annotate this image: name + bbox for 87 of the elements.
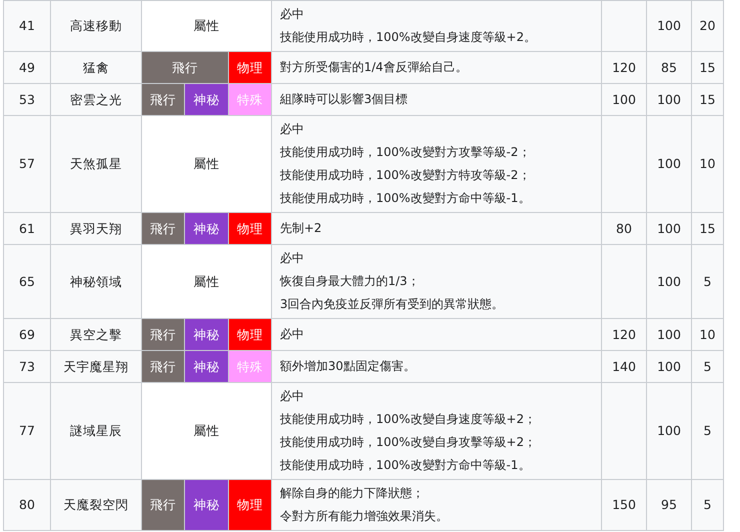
type-cell: 飛行 (142, 480, 184, 530)
effect-line: 技能使用成功時，100%改變對方攻擊等級-2； (280, 144, 532, 161)
type-cell: 屬性 (142, 382, 272, 480)
skill-name-cell: 神秘領域 (50, 244, 142, 318)
accuracy-cell: 100 (646, 212, 692, 244)
effect-line: 解除自身的能力下降狀態； (280, 485, 425, 502)
effect-line: 必中 (280, 250, 305, 267)
level-cell: 77 (4, 382, 50, 480)
pp-cell: 10 (692, 318, 724, 350)
accuracy-cell: 100 (646, 382, 692, 480)
type-cell: 物理 (228, 480, 272, 530)
accuracy-cell: 100 (646, 318, 692, 350)
accuracy-cell: 100 (646, 84, 692, 116)
skill-name-cell: 猛禽 (50, 52, 142, 84)
accuracy-cell: 100 (646, 116, 692, 212)
type-cell: 物理 (228, 318, 272, 350)
type-cell: 飛行 (142, 84, 184, 116)
type-cell: 飛行 (142, 318, 184, 350)
type-cell: 神秘 (184, 480, 228, 530)
pp-cell: 15 (692, 212, 724, 244)
level-cell: 53 (4, 84, 50, 116)
skill-name-cell: 高速移動 (50, 0, 142, 52)
effect-line: 先制+2 (280, 220, 323, 237)
accuracy-cell: 100 (646, 350, 692, 382)
type-cell: 神秘 (184, 350, 228, 382)
type-cell: 飛行 (142, 350, 184, 382)
pp-cell: 5 (692, 350, 724, 382)
pp-cell: 5 (692, 480, 724, 530)
skill-name-cell: 異羽天翔 (50, 212, 142, 244)
level-cell: 73 (4, 350, 50, 382)
effect-line: 技能使用成功時，100%改變自身速度等級+2； (280, 411, 537, 428)
power-cell: 150 (602, 480, 646, 530)
type-cell: 特殊 (228, 84, 272, 116)
skill-name-cell: 謎域星辰 (50, 382, 142, 480)
power-cell: 140 (602, 350, 646, 382)
type-cell: 物理 (228, 212, 272, 244)
effect-line: 額外增加30點固定傷害。 (280, 358, 416, 375)
type-cell: 屬性 (142, 244, 272, 318)
pp-cell: 5 (692, 244, 724, 318)
skill-name-cell: 密雲之光 (50, 84, 142, 116)
type-cell: 神秘 (184, 318, 228, 350)
type-cell: 神秘 (184, 212, 228, 244)
effect-line: 恢復自身最大體力的1/3； (280, 273, 420, 290)
effect-line: 令對方所有能力增強效果消失。 (280, 508, 449, 525)
power-cell: 100 (602, 84, 646, 116)
accuracy-cell: 95 (646, 480, 692, 530)
effect-line: 必中 (280, 326, 305, 343)
effect-line: 技能使用成功時，100%改變對方命中等級-1。 (280, 190, 532, 207)
accuracy-cell: 100 (646, 244, 692, 318)
pp-cell: 5 (692, 382, 724, 480)
effect-line: 必中 (280, 121, 305, 138)
effect-line: 技能使用成功時，100%改變自身攻擊等級+2； (280, 434, 537, 451)
level-cell: 41 (4, 0, 50, 52)
effect-line: 3回合內免疫並反彈所有受到的異常狀態。 (280, 296, 505, 313)
skill-name-cell: 天宇魔星翔 (50, 350, 142, 382)
effect-line: 組隊時可以影響3個目標 (280, 91, 409, 108)
accuracy-cell: 85 (646, 52, 692, 84)
type-cell: 物理 (228, 52, 272, 84)
level-cell: 49 (4, 52, 50, 84)
level-cell: 61 (4, 212, 50, 244)
accuracy-cell: 100 (646, 0, 692, 52)
level-cell: 69 (4, 318, 50, 350)
power-cell: 120 (602, 52, 646, 84)
effect-line: 技能使用成功時，100%改變對方命中等級-1。 (280, 457, 532, 474)
skill-name-cell: 天魔裂空閃 (50, 480, 142, 530)
skill-name-cell: 天煞孤星 (50, 116, 142, 212)
level-cell: 80 (4, 480, 50, 530)
pp-cell: 15 (692, 52, 724, 84)
effect-line: 對方所受傷害的1/4會反彈給自己。 (280, 59, 468, 76)
type-cell: 飛行 (142, 212, 184, 244)
skill-name-cell: 異空之擊 (50, 318, 142, 350)
type-cell: 神秘 (184, 84, 228, 116)
type-cell: 屬性 (142, 116, 272, 212)
pp-cell: 15 (692, 84, 724, 116)
power-cell: 120 (602, 318, 646, 350)
effect-line: 必中 (280, 388, 305, 405)
effect-line: 必中 (280, 6, 305, 23)
pp-cell: 20 (692, 0, 724, 52)
level-cell: 65 (4, 244, 50, 318)
type-cell: 特殊 (228, 350, 272, 382)
power-cell: 80 (602, 212, 646, 244)
pp-cell: 10 (692, 116, 724, 212)
effect-line: 技能使用成功時，100%改變對方特攻等級-2； (280, 167, 532, 184)
level-cell: 57 (4, 116, 50, 212)
type-cell: 飛行 (142, 52, 228, 84)
type-cell: 屬性 (142, 0, 272, 52)
effect-line: 技能使用成功時，100%改變自身速度等級+2。 (280, 29, 537, 46)
